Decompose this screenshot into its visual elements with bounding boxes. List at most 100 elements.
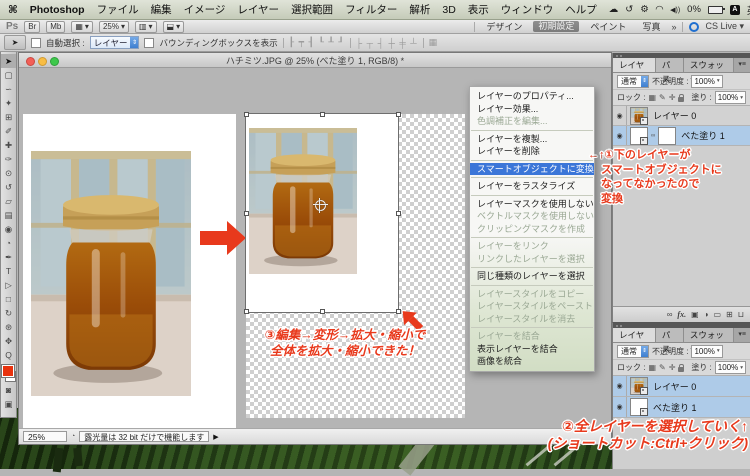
foreground-color-swatch[interactable] [1, 364, 15, 378]
quick-mask-button[interactable]: ◙ [1, 383, 16, 397]
menu-edit[interactable]: 編集 [151, 2, 172, 17]
blend-mode-dropdown[interactable]: 通常 ⇕ [617, 344, 649, 358]
menu-item-layer-properties[interactable]: レイヤーのプロパティ... [470, 90, 594, 103]
auto-select-dropdown[interactable]: レイヤー ⇕ [89, 36, 140, 49]
lock-pixels-icon[interactable]: ✎ [659, 93, 666, 102]
status-zoom-field[interactable]: 25% [23, 431, 67, 442]
align-top-icon[interactable]: ┖ [318, 37, 324, 47]
visibility-eye-icon[interactable]: ◉ [613, 376, 627, 396]
time-machine-icon[interactable]: ↺ [625, 4, 633, 15]
opacity-field[interactable]: 100% ▾ [691, 344, 723, 358]
eraser-tool[interactable]: ▱ [1, 194, 16, 208]
transform-handle-top-right[interactable] [396, 112, 401, 117]
auto-align-icon[interactable]: ▦ [429, 37, 439, 48]
new-layer-icon[interactable]: ⊞ [726, 310, 733, 319]
bridge-button[interactable]: Br [24, 20, 41, 33]
lock-position-icon[interactable]: ✛ [669, 93, 676, 102]
brush-tool[interactable]: ✑ [1, 152, 16, 166]
mini-bridge-button[interactable]: Mb [46, 20, 66, 33]
menu-help[interactable]: ヘルプ [565, 2, 597, 17]
zoom-tool[interactable]: Q [1, 348, 16, 362]
lock-pixels-icon[interactable]: ✎ [659, 363, 666, 372]
align-right-icon[interactable]: ┨ [309, 37, 315, 47]
crop-tool[interactable]: ⊞ [1, 110, 16, 124]
fill-layer-thumbnail[interactable] [630, 398, 648, 416]
tab-paths[interactable]: パス [655, 58, 684, 84]
delete-layer-icon[interactable]: ⊔ [738, 310, 744, 319]
apple-menu-icon[interactable]: ⌘ [8, 4, 18, 16]
align-vcenter-icon[interactable]: ┸ [328, 37, 334, 47]
workspace-essentials[interactable]: 初期設定 [533, 21, 580, 32]
current-tool-icon[interactable]: ➤ [4, 35, 26, 50]
marquee-tool[interactable]: ▢ [1, 68, 16, 82]
gradient-tool[interactable]: ▤ [1, 208, 16, 222]
lock-transparency-icon[interactable]: ▦ [648, 93, 656, 102]
menu-item-select-similar-layers[interactable]: 同じ種類のレイヤーを選択 [470, 270, 594, 283]
clone-stamp-tool[interactable]: ⊙ [1, 166, 16, 180]
lock-transparency-icon[interactable]: ▦ [648, 363, 656, 372]
distribute-icon-1[interactable]: ├ [356, 38, 363, 48]
status-flyout-arrow[interactable]: ▶ [213, 433, 218, 441]
tab-paths[interactable]: パス [655, 328, 684, 354]
menu-item-layer-effects[interactable]: レイヤー効果... [470, 103, 594, 116]
battery-icon[interactable] [707, 5, 725, 14]
quick-select-tool[interactable]: ✦ [1, 96, 16, 110]
transform-reference-point[interactable] [313, 198, 328, 213]
align-bottom-icon[interactable]: ┚ [338, 37, 344, 47]
cs-live-button[interactable]: CS Live ▾ [705, 21, 744, 32]
layer-row-fill1[interactable]: ◉ べた塗り 1 [613, 397, 750, 418]
visibility-eye-icon[interactable]: ◉ [613, 106, 627, 125]
screen-mode-toggle[interactable]: ▣ [1, 397, 16, 411]
menu-analysis[interactable]: 解析 [409, 2, 430, 17]
menu-filter[interactable]: フィルター [345, 2, 397, 17]
eyedropper-tool[interactable]: ✐ [1, 124, 16, 138]
cloud-icon[interactable]: ☁ [609, 4, 619, 15]
rotate-3d-tool[interactable]: ↻ [1, 306, 16, 320]
menu-file[interactable]: ファイル [97, 2, 139, 17]
menu-item-delete-layer[interactable]: レイヤーを削除 [470, 145, 594, 158]
transform-handle-bottom-center[interactable] [320, 309, 325, 314]
distribute-icon-5[interactable]: ╪ [399, 38, 406, 48]
link-layers-icon[interactable]: ∞ [667, 310, 673, 319]
menu-item-disable-layer-mask[interactable]: レイヤーマスクを使用しない [470, 198, 594, 211]
workspace-design[interactable]: デザイン [481, 20, 527, 33]
menu-item-duplicate-layer[interactable]: レイヤーを複製... [470, 133, 594, 146]
layer-mask-thumbnail[interactable] [658, 126, 677, 145]
tab-layers[interactable]: レイヤー [613, 58, 656, 84]
tab-swatches[interactable]: スウォッチ [683, 58, 735, 84]
menu-item-merge-visible[interactable]: 表示レイヤーを結合 [470, 343, 594, 356]
adjustment-layer-icon[interactable]: ◑ [704, 310, 709, 319]
layer-name[interactable]: べた塗り 1 [653, 401, 697, 414]
visibility-eye-icon[interactable]: ◉ [613, 397, 627, 417]
move-tool[interactable]: ➤ [1, 54, 16, 68]
document-titlebar[interactable]: ハチミツ.JPG @ 25% (べた塗り 1, RGB/8) * [19, 53, 611, 68]
menu-item-convert-to-smart-object[interactable]: スマートオブジェクトに変換 [470, 162, 594, 175]
layer-style-icon[interactable]: fx. [677, 310, 686, 319]
bounding-box-checkbox[interactable] [144, 37, 155, 48]
zoom-level-dropdown[interactable]: 25% ▾ [98, 20, 129, 33]
fill-layer-thumbnail[interactable] [630, 126, 648, 145]
panel-menu-icon[interactable]: ▾≡ [734, 58, 750, 72]
fill-field[interactable]: 100% ▾ [714, 91, 746, 104]
menu-3d[interactable]: 3D [442, 4, 455, 16]
align-hcenter-icon[interactable]: ┯ [299, 37, 305, 47]
transform-handle-bottom-left[interactable] [244, 309, 249, 314]
layer-name[interactable]: レイヤー 0 [653, 380, 696, 393]
lasso-tool[interactable]: ∽ [1, 82, 16, 96]
wifi-icon[interactable]: ◠ [656, 4, 663, 15]
fill-field[interactable]: 100% ▾ [714, 361, 746, 374]
dodge-tool[interactable]: ◔ [1, 236, 16, 250]
arrange-documents-button[interactable]: ▥ ▾ [134, 20, 157, 33]
distribute-icon-3[interactable]: ┤ [378, 38, 385, 48]
transform-handle-top-center[interactable] [320, 112, 325, 117]
menu-layer[interactable]: レイヤー [237, 2, 279, 17]
distribute-icon-2[interactable]: ┬ [367, 38, 374, 48]
workspace-paint[interactable]: ペイント [585, 20, 631, 33]
distribute-icon-6[interactable]: ┴ [410, 38, 417, 48]
layer-thumbnail[interactable] [630, 377, 648, 395]
visibility-eye-icon[interactable]: ◉ [613, 126, 627, 145]
blend-mode-dropdown[interactable]: 通常 ⇕ [617, 74, 649, 88]
view-extras-button[interactable]: ▦ ▾ [71, 20, 93, 33]
layer-name[interactable]: べた塗り 1 [681, 129, 725, 142]
tab-layers[interactable]: レイヤー [613, 328, 656, 354]
